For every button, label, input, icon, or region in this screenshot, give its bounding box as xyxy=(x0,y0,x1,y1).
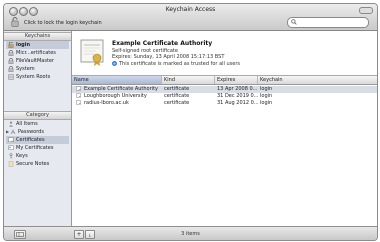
certificates-table: Name Kind Expires Keychain Example Certi… xyxy=(72,76,377,226)
cell-keychain: login xyxy=(260,100,273,106)
certificate-detail-pane: Example Certificate Authority Self-signe… xyxy=(72,31,377,76)
keychain-item-system[interactable]: System xyxy=(6,65,69,73)
category-item-all-items[interactable]: All Items xyxy=(6,120,69,128)
certificate-icon xyxy=(80,39,104,66)
category-item-label: Keys xyxy=(16,153,28,159)
cell-kind: certificate xyxy=(164,86,190,92)
category-item-secure-notes[interactable]: Secure Notes xyxy=(6,160,69,168)
toolbar-toggle-button[interactable] xyxy=(359,7,373,14)
lock-icon[interactable] xyxy=(11,17,19,27)
table-header: Name Kind Expires Keychain xyxy=(72,76,377,85)
cell-name: radius-lboro.ac.uk xyxy=(76,100,162,107)
all-items-icon xyxy=(9,121,13,127)
cell-expires: 31 Dec 2019 0... xyxy=(217,93,258,99)
category-header: Category xyxy=(4,111,71,120)
category-item-certificates[interactable]: Certificates xyxy=(6,136,69,144)
cell-expires: 13 Apr 2008 0... xyxy=(217,86,258,92)
keychain-item-label: login xyxy=(16,42,31,48)
certificate-title: Example Certificate Authority xyxy=(112,40,213,47)
search-field[interactable] xyxy=(287,17,369,28)
trust-status-text: This certificate is marked as trusted fo… xyxy=(119,61,241,67)
lock-icon xyxy=(8,49,14,56)
cell-name: Loughborough University xyxy=(76,93,162,100)
column-header-expires[interactable]: Expires xyxy=(215,76,258,84)
keychain-item-microsoft-certificates[interactable]: Micr...ertificates xyxy=(6,49,69,57)
keychain-item-label: System xyxy=(16,66,35,72)
keychain-item-filevaultmaster[interactable]: FileVaultMaster xyxy=(6,57,69,65)
cell-name-text: radius-lboro.ac.uk xyxy=(84,100,129,106)
column-header-keychain[interactable]: Keychain xyxy=(258,76,377,84)
category-item-label: Certificates xyxy=(16,137,45,143)
search-input[interactable] xyxy=(299,18,363,26)
cell-name-text: Example Certificate Authority xyxy=(84,86,158,92)
table-row[interactable]: Loughborough University certificate 31 D… xyxy=(72,93,377,100)
lock-icon xyxy=(8,65,14,72)
category-item-keys[interactable]: Keys xyxy=(6,152,69,160)
category-item-passwords[interactable]: ▶ Passwords xyxy=(6,128,69,136)
category-item-label: My Certificates xyxy=(16,145,54,151)
cell-kind: certificate xyxy=(164,100,190,106)
keychain-item-label: Micr...ertificates xyxy=(16,50,56,56)
my-certificates-icon xyxy=(8,145,14,150)
keychain-access-window: Keychain Access Click to lock the login … xyxy=(3,3,378,241)
lock-keychain-label[interactable]: Click to lock the login keychain xyxy=(24,20,102,26)
cell-keychain: login xyxy=(260,93,273,99)
table-row[interactable]: radius-lboro.ac.uk certificate 31 Aug 20… xyxy=(72,100,377,107)
lock-icon xyxy=(8,57,14,64)
keychain-item-system-roots[interactable]: System Roots xyxy=(6,73,69,81)
sidebar: Keychains login Micr...ertificates FileV… xyxy=(4,31,72,226)
search-icon xyxy=(291,19,297,25)
certificate-small-icon xyxy=(76,100,81,105)
category-item-my-certificates[interactable]: My Certificates xyxy=(6,144,69,152)
category-item-label: All Items xyxy=(16,121,38,127)
keychain-item-label: FileVaultMaster xyxy=(16,58,55,64)
passwords-icon xyxy=(10,128,16,134)
column-header-kind[interactable]: Kind xyxy=(162,76,215,84)
category-item-label: Passwords xyxy=(18,129,44,135)
trusted-plus-icon: + xyxy=(112,61,117,66)
category-item-label: Secure Notes xyxy=(16,161,50,167)
note-icon xyxy=(8,160,14,167)
lock-open-icon xyxy=(8,41,14,48)
key-icon xyxy=(9,152,13,159)
cell-expires: 31 Aug 2012 0... xyxy=(217,100,258,106)
certificate-expiry: Expires: Sunday, 13 April 2008 15:17:13 … xyxy=(112,54,225,60)
keychain-item-login[interactable]: login xyxy=(6,41,69,49)
item-count: 3 items xyxy=(181,231,200,237)
window-title: Keychain Access xyxy=(165,6,216,13)
title-bar: Keychain Access Click to lock the login … xyxy=(4,4,377,31)
cell-kind: certificate xyxy=(164,93,190,99)
keychain-item-label: System Roots xyxy=(16,74,51,80)
bottom-bar: + i 3 items xyxy=(4,226,377,240)
table-row[interactable]: Example Certificate Authority certificat… xyxy=(72,86,377,93)
certificates-icon xyxy=(8,137,14,142)
certificate-small-icon xyxy=(76,93,81,98)
certificate-small-icon xyxy=(76,86,81,91)
cell-name-text: Loughborough University xyxy=(84,93,147,99)
keychains-header: Keychains xyxy=(4,32,71,41)
cabinet-icon xyxy=(8,73,14,80)
cell-name: Example Certificate Authority xyxy=(76,86,162,93)
trust-status: + This certificate is marked as trusted f… xyxy=(112,61,240,67)
cell-keychain: login xyxy=(260,86,273,92)
column-header-name[interactable]: Name xyxy=(72,76,162,84)
